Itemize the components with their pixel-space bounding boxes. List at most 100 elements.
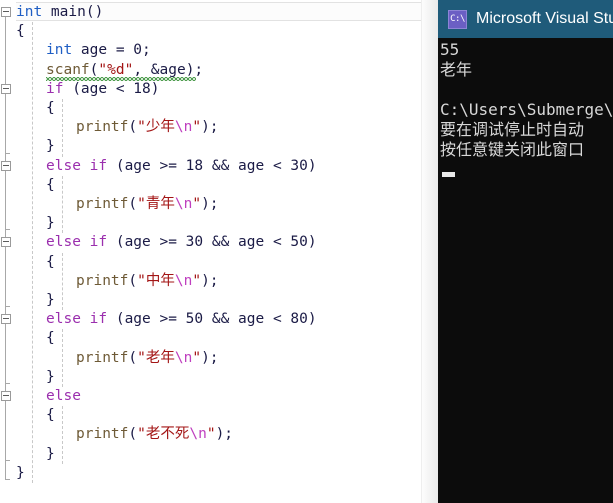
code-line: printf("少年\n"); [76, 118, 219, 137]
code-token: printf [76, 349, 129, 366]
code-token: ); [201, 349, 219, 366]
code-token: scanf [46, 61, 90, 78]
code-line: { [46, 176, 55, 195]
code-line: int main() [16, 3, 103, 22]
code-token: int [16, 4, 43, 20]
code-token: "老不死 [137, 426, 190, 443]
console-titlebar[interactable]: C:\ Microsoft Visual Stu [438, 0, 613, 38]
console-output-line: 按任意键关闭此窗口 [440, 140, 585, 159]
code-token: } [46, 215, 55, 232]
indent-guide [62, 99, 64, 157]
code-token: "中年 [137, 272, 175, 289]
code-token: ); [201, 272, 219, 289]
code-line: { [46, 253, 55, 272]
code-token: } [46, 368, 55, 385]
code-token: "老年 [137, 349, 175, 366]
code-token: { [46, 407, 55, 424]
code-line: { [46, 99, 55, 118]
code-token: " [192, 272, 202, 289]
code-token: } [16, 464, 25, 481]
code-token: if [46, 80, 64, 97]
code-token: \n [174, 272, 193, 289]
console-output-line: 要在调试停止时自动 [440, 120, 585, 139]
code-token: (age >= 18 && age < 30) [107, 157, 317, 174]
code-line: else if (age >= 18 && age < 30) [46, 157, 317, 176]
editor-vertical-scrollbar[interactable] [421, 0, 438, 503]
code-token: { [46, 253, 55, 270]
code-token: , &age); [133, 61, 204, 78]
code-token: "%d" [98, 61, 134, 78]
code-token: printf [76, 272, 129, 289]
indent-guide [62, 175, 64, 234]
code-line: else [46, 387, 81, 406]
console-output-line: 55 [440, 40, 460, 59]
code-line: printf("中年\n"); [76, 272, 219, 291]
code-token: " [192, 349, 202, 366]
code-token: else if [46, 234, 108, 251]
code-token: " [192, 196, 202, 212]
code-token: ( [128, 426, 138, 443]
code-line: { [46, 406, 55, 425]
code-token: \n [174, 349, 193, 366]
indent-guide [62, 329, 64, 387]
code-line: else if (age >= 50 && age < 80) [46, 310, 317, 329]
code-token: { [46, 176, 55, 193]
code-token: ); [201, 119, 219, 136]
code-token: else [46, 388, 81, 404]
code-token: int [46, 42, 73, 59]
code-line: } [46, 137, 55, 156]
code-token: main() [42, 4, 104, 20]
code-token: \n [174, 196, 193, 212]
code-line: if (age < 18) [46, 80, 160, 99]
code-surface[interactable]: int main(){int age = 0; scanf("%d", &age)… [0, 0, 438, 503]
code-token: " [192, 119, 202, 136]
code-token: \n [189, 426, 207, 443]
code-token: printf [76, 196, 129, 212]
code-token: { [46, 330, 55, 347]
code-token: "青年 [137, 196, 175, 212]
console-title-text: Microsoft Visual Stu [476, 10, 613, 27]
code-line: printf("老不死\n"); [76, 425, 233, 444]
code-token: (age >= 50 && age < 80) [107, 311, 317, 328]
code-token: \n [174, 119, 193, 136]
code-token: else if [46, 311, 108, 328]
code-line: printf("老年\n"); [76, 349, 219, 368]
code-line: } [46, 214, 55, 233]
code-token: printf [76, 426, 129, 443]
console-cursor [442, 172, 455, 177]
code-token: ( [128, 119, 138, 136]
code-line: int age = 0; [46, 41, 151, 60]
indent-guide [62, 406, 64, 464]
code-token: (age >= 30 && age < 50) [107, 234, 317, 251]
code-line: } [46, 445, 55, 464]
code-token: ); [215, 426, 234, 443]
console-output-line: 老年 [440, 60, 473, 79]
code-token: ( [128, 349, 138, 366]
console-window[interactable]: C:\ Microsoft Visual Stu 55 老年 C:\Users\Su… [438, 0, 613, 503]
screen-root: int main(){int age = 0; scanf("%d", &age)… [0, 0, 613, 503]
code-token: { [16, 23, 25, 40]
code-token: (age < 18) [63, 80, 160, 97]
code-token: ( [128, 196, 138, 212]
code-token: { [46, 100, 55, 116]
code-editor[interactable]: int main(){int age = 0; scanf("%d", &age)… [0, 0, 438, 503]
code-line: } [46, 291, 55, 310]
code-token: } [46, 138, 55, 155]
console-output-area[interactable]: 55 老年 C:\Users\Submerge\ 要在调试停止时自动 按任意键关闭此窗口 [438, 38, 613, 503]
code-token: else if [46, 157, 108, 174]
code-line: else if (age >= 30 && age < 50) [46, 233, 317, 252]
code-line: } [16, 464, 25, 483]
console-output-line: C:\Users\Submerge\ [440, 100, 613, 119]
code-token: ( [128, 272, 138, 289]
code-line: printf("青年\n"); [76, 195, 219, 214]
code-line: } [46, 368, 55, 387]
indent-guide [32, 22, 34, 483]
code-line: { [46, 329, 55, 348]
code-token: "少年 [137, 119, 175, 136]
code-token: " [206, 426, 216, 443]
code-token: printf [76, 119, 129, 136]
code-token: } [46, 445, 55, 462]
error-squiggle [46, 76, 196, 81]
indent-guide [62, 252, 64, 311]
console-window-icon: C:\ [448, 9, 467, 29]
